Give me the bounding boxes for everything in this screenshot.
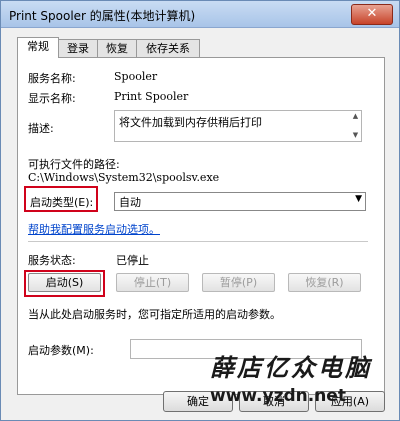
scroll-up-icon[interactable]: ▲ [351, 112, 360, 121]
startup-type-label: 启动类型(E): [30, 196, 94, 209]
divider [28, 241, 368, 242]
exe-path-value: C:\Windows\System32\spoolsv.exe [28, 171, 220, 184]
description-text: 将文件加载到内存供稍后打印 [119, 116, 262, 129]
scroll-down-icon[interactable]: ▼ [351, 131, 360, 140]
start-button[interactable]: 启动(S) [28, 273, 101, 292]
display-name-label: 显示名称: [28, 92, 76, 105]
close-button[interactable]: ✕ [351, 4, 393, 25]
general-panel: 服务名称: Spooler 显示名称: Print Spooler 描述: 将文… [17, 57, 385, 395]
service-name-label: 服务名称: [28, 72, 76, 85]
service-status-value: 已停止 [116, 254, 149, 267]
startup-type-select[interactable]: 自动 ▼ [114, 192, 366, 211]
chevron-down-icon: ▼ [355, 194, 362, 204]
pause-button[interactable]: 暂停(P) [202, 273, 275, 292]
tab-dependencies[interactable]: 依存关系 [136, 39, 200, 57]
exe-path-label: 可执行文件的路径: [28, 158, 120, 171]
window-title: Print Spooler 的属性(本地计算机) [9, 9, 196, 23]
watermark-text: 薛店亿众电脑 [210, 353, 372, 382]
start-params-label: 启动参数(M): [28, 344, 94, 357]
stop-button[interactable]: 停止(T) [116, 273, 189, 292]
description-box[interactable]: 将文件加载到内存供稍后打印 ▲ ▼ [114, 110, 362, 142]
watermark: 薛店亿众电脑 www.yzdn.net [210, 348, 396, 406]
startup-type-value: 自动 [119, 196, 141, 209]
watermark-url: www.yzdn.net [210, 386, 346, 406]
close-icon: ✕ [366, 6, 378, 21]
resume-button[interactable]: 恢复(R) [288, 273, 361, 292]
description-label: 描述: [28, 122, 54, 135]
help-link[interactable]: 帮助我配置服务启动选项。 [28, 221, 160, 237]
service-name-value: Spooler [114, 70, 158, 83]
start-params-hint: 当从此处启动服务时，您可指定所适用的启动参数。 [28, 308, 281, 321]
display-name-value: Print Spooler [114, 90, 189, 103]
tab-recovery[interactable]: 恢复 [97, 39, 137, 57]
service-status-label: 服务状态: [28, 254, 76, 267]
tab-logon[interactable]: 登录 [58, 39, 98, 57]
tab-general[interactable]: 常规 [17, 37, 59, 58]
title-bar: Print Spooler 的属性(本地计算机) ✕ [1, 1, 399, 28]
